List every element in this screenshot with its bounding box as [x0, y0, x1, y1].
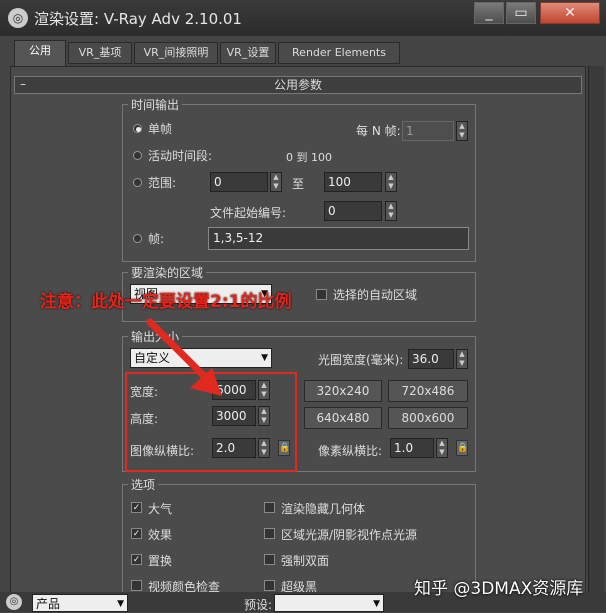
range-to-field[interactable]: 100	[324, 172, 382, 192]
auto-region-label: 选择的自动区域	[333, 288, 418, 302]
preset-720x486-button[interactable]: 720x486	[388, 380, 468, 402]
range-from-field[interactable]: 0	[210, 172, 268, 192]
checkbox-force-two-sided[interactable]	[264, 554, 275, 565]
annotation-text: 注意：此处一定要设置2:1的比例	[40, 292, 292, 312]
effects-label: 效果	[148, 528, 173, 542]
tab-vr-gi[interactable]: VR_间接照明	[134, 42, 218, 64]
single-frame-label: 单帧	[148, 122, 173, 136]
aperture-width-field[interactable]: 36.0	[408, 349, 454, 369]
rollout-collapse-icon[interactable]: –	[20, 77, 26, 91]
aperture-width-label: 光圈宽度(毫米):	[318, 353, 404, 367]
atmosphere-label: 大气	[148, 502, 173, 516]
chevron-down-icon: ▼	[117, 599, 124, 609]
every-n-field[interactable]: 1	[402, 121, 454, 141]
minimize-button[interactable]: _	[474, 2, 504, 24]
arrow-head	[190, 368, 222, 396]
checkbox-render-hidden[interactable]	[264, 502, 275, 513]
window-title: 渲染设置: V-Ray Adv 2.10.01	[34, 10, 242, 28]
radio-single-frame[interactable]	[133, 124, 142, 133]
lock-icon[interactable]: 🔒	[456, 440, 468, 456]
maximize-button[interactable]: ▭	[506, 2, 536, 24]
preset-320x240-button[interactable]: 320x240	[304, 380, 382, 402]
range-from-spinner[interactable]: ▲ ▼	[270, 172, 282, 192]
tab-vr-base[interactable]: VR_基项	[68, 42, 132, 64]
time-output-label: 时间输出	[128, 96, 183, 113]
render-hidden-label: 渲染隐藏几何体	[281, 502, 366, 516]
checkbox-video-color-check[interactable]	[131, 580, 142, 591]
render-mode-dropdown[interactable]: 产品 ▼	[32, 594, 128, 612]
displacement-label: 置换	[148, 554, 173, 568]
pixel-aspect-spinner[interactable]: ▲ ▼	[436, 438, 448, 458]
chevron-down-icon: ▼	[373, 599, 380, 609]
rollout-header-common-params[interactable]: 公用参数	[14, 76, 582, 94]
active-segment-label: 活动时间段:	[148, 149, 213, 163]
file-start-label: 文件起始编号:	[210, 206, 287, 220]
checkbox-atmosphere[interactable]: ✓	[131, 502, 142, 513]
range-to-spinner[interactable]: ▲ ▼	[385, 172, 397, 192]
force-two-sided-label: 强制双面	[281, 554, 330, 568]
watermark: 知乎 @3DMAX资源库	[414, 579, 584, 599]
range-label: 范围:	[148, 176, 177, 190]
arrow-shaft	[146, 318, 210, 382]
frames-input[interactable]: 1,3,5-12	[208, 227, 469, 250]
tab-common[interactable]: 公用	[14, 40, 66, 66]
production-icon: ◎	[6, 594, 22, 610]
checkbox-displacement[interactable]: ✓	[131, 554, 142, 565]
annotation-arrow	[146, 318, 222, 396]
radio-active-segment[interactable]	[133, 151, 142, 160]
scrollbar[interactable]	[588, 66, 604, 612]
file-start-field[interactable]: 0	[324, 201, 382, 221]
app-icon: ◎	[8, 8, 28, 28]
active-segment-range: 0 到 100	[286, 151, 332, 164]
aperture-width-spinner[interactable]: ▲ ▼	[456, 349, 468, 369]
chevron-down-icon: ▼	[261, 353, 268, 363]
checkbox-super-black[interactable]	[264, 580, 275, 591]
pixel-aspect-label: 像素纵横比:	[318, 444, 383, 458]
render-mode-value: 产品	[36, 597, 61, 611]
checkbox-effects[interactable]: ✓	[131, 528, 142, 539]
every-n-label: 每 N 帧:	[356, 124, 401, 138]
preset-dropdown[interactable]: ▼	[274, 594, 384, 612]
options-label: 选项	[128, 476, 159, 493]
checkbox-area-lights-as-points[interactable]	[264, 528, 275, 539]
tab-render-elements[interactable]: Render Elements	[278, 42, 400, 64]
render-area-label: 要渲染的区域	[128, 264, 207, 281]
tab-vr-settings[interactable]: VR_设置	[220, 42, 276, 64]
close-button[interactable]: ✕	[540, 2, 600, 24]
radio-frames[interactable]	[133, 234, 142, 243]
file-start-spinner[interactable]: ▲ ▼	[385, 201, 397, 221]
auto-region-checkbox[interactable]	[316, 289, 327, 300]
preset-640x480-button[interactable]: 640x480	[304, 407, 382, 429]
pixel-aspect-field[interactable]: 1.0	[390, 438, 434, 458]
radio-range[interactable]	[133, 178, 142, 187]
area-lights-label: 区域光源/阴影视作点光源	[281, 528, 418, 542]
range-to-label: 至	[292, 177, 305, 191]
preset-800x600-button[interactable]: 800x600	[388, 407, 468, 429]
preset-label: 预设:	[244, 598, 273, 612]
frames-label: 帧:	[148, 232, 165, 246]
every-n-spinner[interactable]: ▲ ▼	[456, 121, 468, 141]
